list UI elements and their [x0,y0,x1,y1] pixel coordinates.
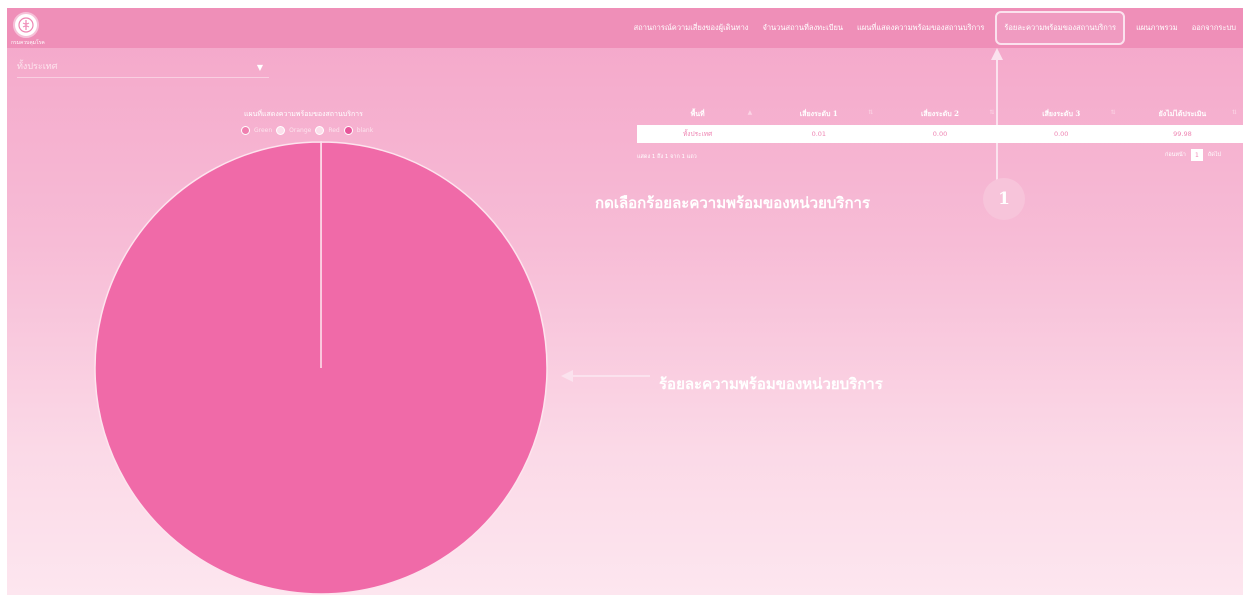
cell-area: ทั้งประเทศ [683,130,713,138]
step-number-badge: 1 [983,178,1025,220]
pie-annotation-text: ร้อยละความพร้อมของหน่วยบริการ [659,375,883,393]
cell-risk-3: 0.00 [1053,130,1069,138]
column-header-risk-2[interactable]: เสี่ยงระดับ 2 ⇅ [879,109,1000,120]
callout-arrowhead-2 [561,370,573,382]
cell-risk-1: 0.01 [811,130,827,138]
pagination: ก่อนหน้า 1 ถัดไป [1165,149,1221,161]
column-header-risk-3[interactable]: เสี่ยงระดับ 3 ⇅ [1001,109,1122,120]
pager-next[interactable]: ถัดไป [1208,151,1221,159]
cell-risk-2: 0.00 [932,130,948,138]
callout-arrowhead-1 [991,48,1003,60]
chart-and-annotation-layer [94,48,1003,595]
pie-slice-blank[interactable] [94,141,548,595]
table-row: ทั้งประเทศ 0.01 0.00 0.00 99.98 [637,125,1243,143]
cell-not-assessed: 99.98 [1173,130,1192,138]
app-frame: กรมควบคุมโรค สถานการณ์ความเสี่ยงของผู้เด… [7,8,1243,595]
instruction-step-text: กดเลือกร้อยละความพร้อมของหน่วยบริการ [595,194,871,212]
pie-chart [94,141,548,595]
pager-page-1[interactable]: 1 [1190,149,1203,161]
column-header-area[interactable]: พื้นที่ ▲ [637,109,758,120]
pager-prev[interactable]: ก่อนหน้า [1165,151,1186,159]
table-header: พื้นที่ ▲ เสี่ยงระดับ 1 ⇅ เสี่ยงระดับ 2 ⇅ เ… [637,103,1243,125]
readiness-table: พื้นที่ ▲ เสี่ยงระดับ 1 ⇅ เสี่ยงระดับ 2 ⇅ เ… [637,103,1243,143]
table-info: แสดง 1 ถึง 1 จาก 1 แถว [637,154,697,160]
column-header-risk-1[interactable]: เสี่ยงระดับ 1 ⇅ [758,109,879,120]
column-header-not-assessed[interactable]: ยังไม่ได้ประเมิน ⇅ [1122,109,1243,120]
